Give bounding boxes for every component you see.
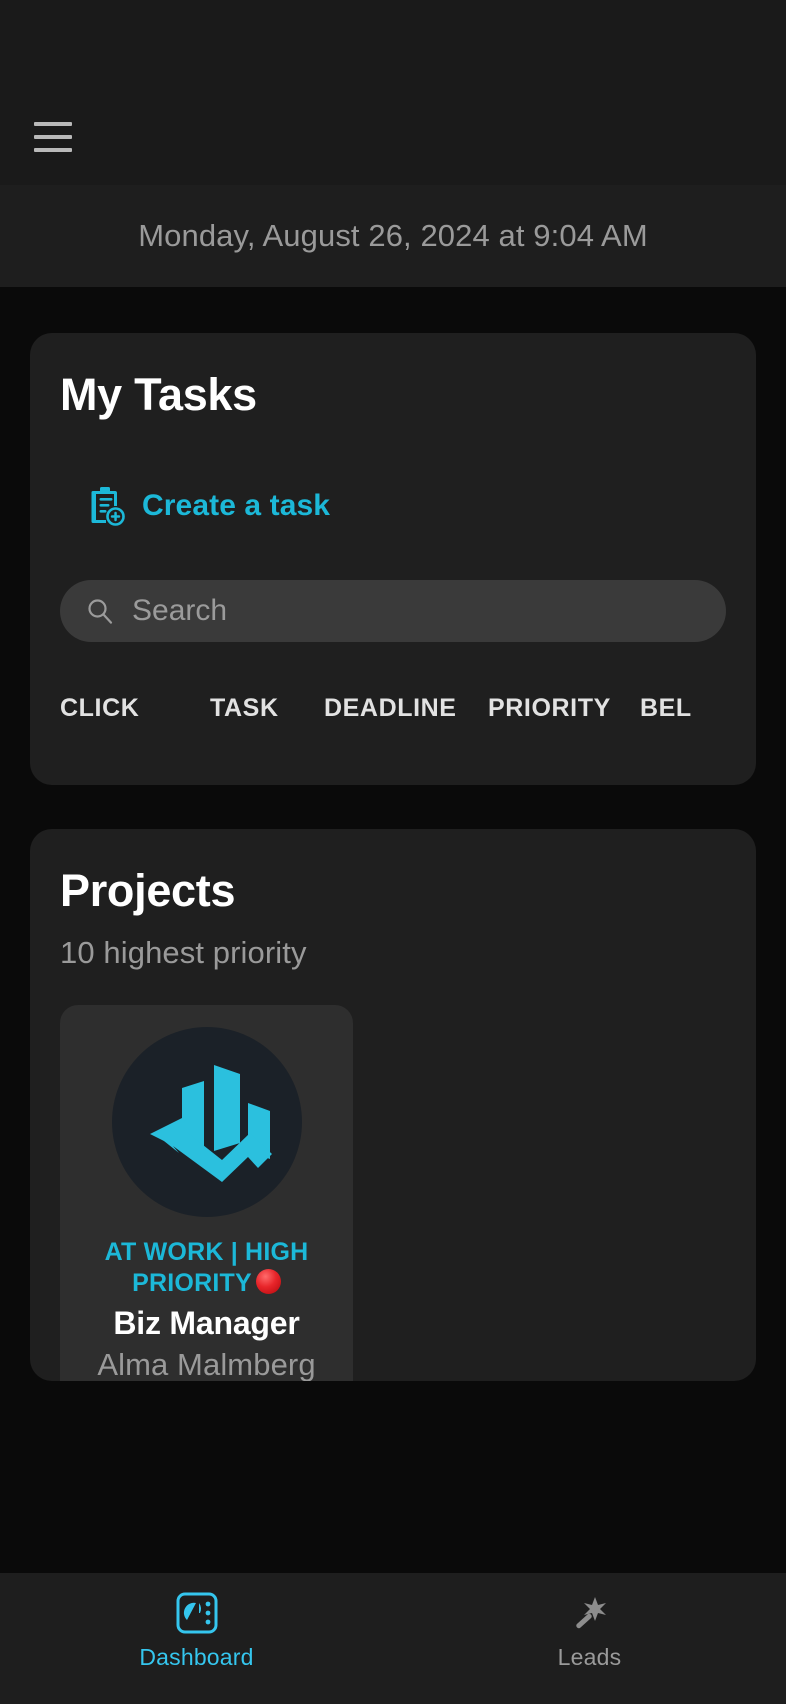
clipboard-add-icon xyxy=(91,487,125,527)
project-logo xyxy=(111,1027,302,1218)
task-table-header-row: CLICK TASK DEADLINE PRIORITY BEL xyxy=(60,694,726,723)
task-search-field[interactable]: Search xyxy=(60,580,726,643)
column-header-priority[interactable]: PRIORITY xyxy=(488,694,640,723)
tab-dashboard-label: Dashboard xyxy=(139,1644,254,1670)
column-header-belongs-to[interactable]: BEL xyxy=(640,694,756,723)
my-tasks-title: My Tasks xyxy=(60,369,257,420)
dashboard-icon xyxy=(176,1592,217,1634)
red-circle-emoji xyxy=(255,1268,281,1294)
app-top-bar xyxy=(0,0,786,185)
project-tile[interactable]: AT WORK | HIGH PRIORITY Biz Manager Alma… xyxy=(60,1005,353,1381)
hamburger-bar xyxy=(34,148,72,152)
hamburger-menu-icon[interactable] xyxy=(34,122,72,152)
create-task-button[interactable]: Create a task xyxy=(88,485,330,527)
bottom-tab-bar: Dashboard Leads xyxy=(0,1573,786,1704)
search-icon xyxy=(88,599,113,624)
magic-wand-icon xyxy=(575,1597,606,1629)
projects-subtitle: 10 highest priority xyxy=(60,935,307,971)
search-placeholder: Search xyxy=(132,594,228,628)
project-status: AT WORK | HIGH PRIORITY xyxy=(74,1237,339,1298)
page-content: My Tasks Create a task Search CLICK TASK… xyxy=(0,287,786,1381)
column-header-click[interactable]: CLICK xyxy=(60,694,210,723)
create-task-label: Create a task xyxy=(142,489,331,523)
project-owner: Alma Malmberg xyxy=(97,1347,316,1381)
column-header-deadline[interactable]: DEADLINE xyxy=(324,694,488,723)
projects-card: Projects 10 highest priority AT WORK | H… xyxy=(30,829,756,1381)
projects-title: Projects xyxy=(60,865,236,916)
tab-leads-label: Leads xyxy=(557,1644,622,1670)
tab-leads[interactable]: Leads xyxy=(393,1591,786,1671)
column-header-task[interactable]: TASK xyxy=(210,694,324,723)
current-datetime: Monday, August 26, 2024 at 9:04 AM xyxy=(0,185,786,287)
hamburger-bar xyxy=(34,135,72,139)
project-name: Biz Manager xyxy=(113,1305,300,1342)
bar-chart-arrow-logo xyxy=(149,1065,272,1183)
tab-dashboard[interactable]: Dashboard xyxy=(0,1591,393,1671)
my-tasks-card: My Tasks Create a task Search CLICK TASK… xyxy=(30,333,756,785)
hamburger-bar xyxy=(34,122,72,126)
